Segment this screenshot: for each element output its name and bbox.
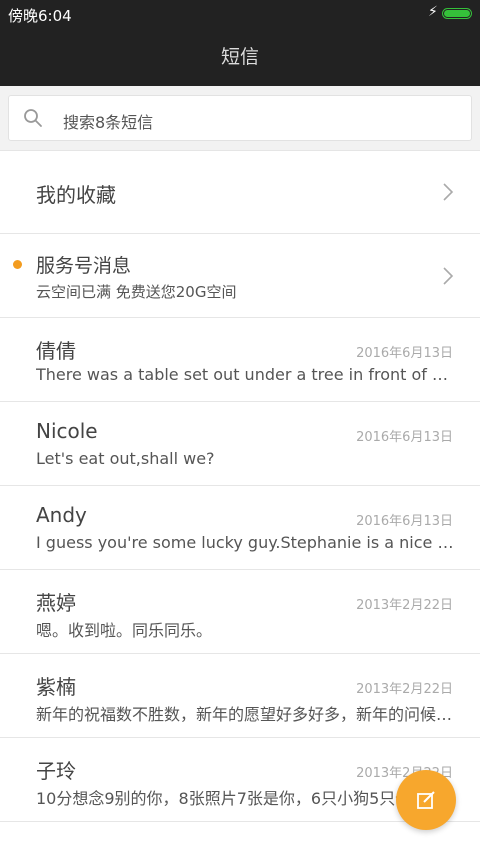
message-preview: 10分想念9别的你，8张照片7张是你，6只小狗5只像你 [36,789,428,808]
favorites-label: 我的收藏 [36,183,116,207]
contact-name: Nicole [36,419,98,443]
conversation-row[interactable]: Nicole 2016年6月13日 Let's eat out,shall we… [0,402,480,486]
page-title: 短信 [220,46,259,68]
message-preview: There was a table set out under a tree i… [36,365,454,384]
conversation-row[interactable]: 燕婷 2013年2月22日 嗯。收到啦。同乐同乐。 [0,570,480,654]
message-preview: 新年的祝福数不胜数，新年的愿望好多好多，新年的问候送给你 [36,705,454,724]
message-preview: I guess you're some lucky guy.Stephanie … [36,533,454,552]
service-row[interactable]: 服务号消息 云空间已满 免费送您20G空间 [0,234,480,318]
message-date: 2013年2月22日 [356,598,453,613]
message-list: 我的收藏 服务号消息 云空间已满 免费送您20G空间 倩倩 2016年6月13日… [0,151,480,853]
chevron-right-icon [443,183,454,201]
conversation-row[interactable]: Andy 2016年6月13日 I guess you're some luck… [0,486,480,570]
compose-icon [417,791,435,809]
message-preview: 嗯。收到啦。同乐同乐。 [36,621,213,640]
conversation-row[interactable]: 倩倩 2016年6月13日 There was a table set out … [0,318,480,402]
message-date: 2016年6月13日 [356,430,453,445]
service-preview: 云空间已满 免费送您20G空间 [36,283,237,301]
unread-dot [13,260,22,269]
header: 短信 [0,28,480,86]
lightning-bolt-icon: ⚡ [428,4,438,20]
message-preview: Let's eat out,shall we? [36,449,215,468]
service-name: 服务号消息 [36,255,132,277]
battery-icon [442,8,472,19]
chevron-right-icon [443,267,454,285]
contact-name: 子玲 [36,759,76,783]
message-date: 2016年6月13日 [356,346,453,361]
conversation-row[interactable]: 紫楠 2013年2月22日 新年的祝福数不胜数，新年的愿望好多好多，新年的问候送… [0,654,480,738]
status-time: 傍晚6:04 [8,7,72,25]
favorites-row[interactable]: 我的收藏 [0,151,480,234]
search-input[interactable]: 搜索8条短信 [8,95,472,141]
search-placeholder: 搜索8条短信 [63,113,154,132]
compose-button[interactable] [396,770,456,830]
contact-name: Andy [36,503,87,527]
status-bar: 傍晚6:04 ⚡ [0,0,480,28]
contact-name: 燕婷 [36,591,76,615]
message-date: 2013年2月22日 [356,682,453,697]
message-date: 2016年6月13日 [356,514,453,529]
battery-fill [444,10,470,17]
contact-name: 紫楠 [36,675,76,699]
search-area: 搜索8条短信 [0,86,480,151]
contact-name: 倩倩 [36,339,76,363]
search-icon [24,109,42,127]
